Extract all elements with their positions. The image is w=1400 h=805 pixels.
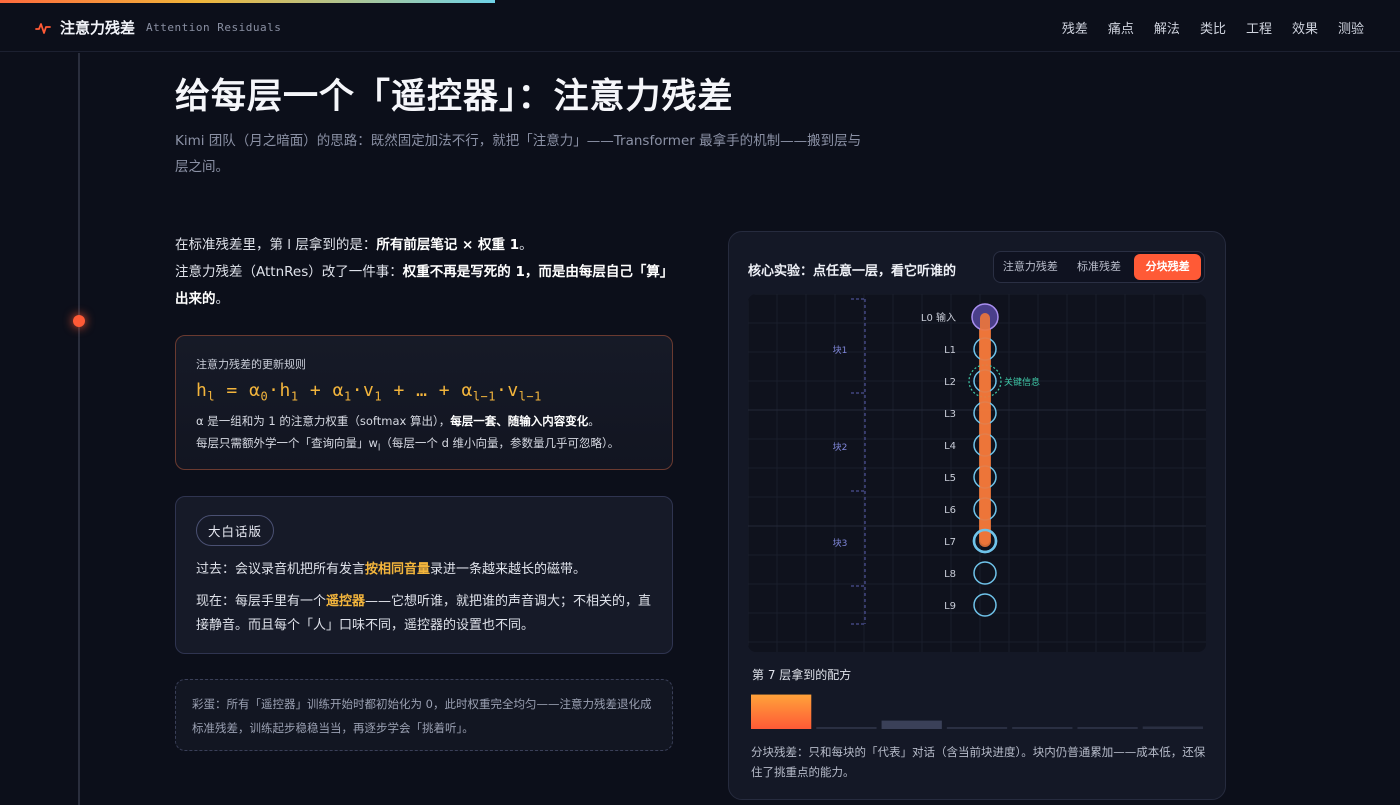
plain-language-chip: 大白话版 bbox=[196, 515, 275, 546]
note2: 每层只需额外学一个「查询向量」w bbox=[196, 435, 378, 450]
now-prefix: 现在：每层手里有一个 bbox=[196, 594, 327, 609]
mode-block[interactable]: 分块残差 bbox=[1134, 254, 1202, 280]
layer-label: L1 bbox=[944, 345, 956, 356]
easter-egg-text: 彩蛋：所有「遥控器」训练开始时都初始化为 0，此时权重完全均匀——注意力残差退化… bbox=[192, 697, 652, 735]
experiment-title: 核心实验：点任意一层，看它听谁的 bbox=[748, 264, 957, 279]
intro-line1-end: 。 bbox=[519, 237, 533, 253]
recipe-bar bbox=[881, 720, 942, 729]
mode-standard[interactable]: 标准残差 bbox=[1066, 254, 1133, 280]
nav-item-solution[interactable]: 解法 bbox=[1154, 18, 1180, 37]
nav-item-engineering[interactable]: 工程 bbox=[1246, 18, 1272, 37]
layer-label: L6 bbox=[944, 505, 956, 516]
intro-text: 在标准残差里，第 l 层拿到的是：所有前层笔记 × 权重 1。 注意力残差（At… bbox=[175, 232, 675, 313]
past-prefix: 过去：会议录音机把所有发言 bbox=[196, 562, 366, 577]
attention-path-overlay bbox=[980, 313, 990, 545]
update-rule-formula: hl = α0·h1 + α1·v1 + … + αl−1·vl−1 bbox=[196, 380, 542, 404]
block-label: 块3 bbox=[833, 537, 848, 549]
layer-label: L8 bbox=[944, 569, 956, 580]
brand-title: 注意力残差 bbox=[60, 19, 136, 37]
past-highlight: 按相同音量 bbox=[365, 562, 431, 577]
layer-label: L0 输入 bbox=[921, 311, 956, 324]
nav-item-pain-points[interactable]: 痛点 bbox=[1108, 18, 1134, 37]
plain-now: 现在：每层手里有一个遥控器——它想听谁，就把谁的声音调大；不相关的，直接静音。而… bbox=[196, 590, 652, 638]
layer-label: L4 bbox=[944, 441, 956, 452]
brand[interactable]: 注意力残差 Attention Residuals bbox=[35, 17, 281, 38]
recipe-bar bbox=[1077, 727, 1138, 729]
timeline-rail bbox=[78, 53, 80, 805]
layer-graph: 块1 块2 块3 L0 输入 L1 L2 关键信息 L3 L4 L5 L6 L7 L8 L9 bbox=[748, 294, 1206, 652]
layer-visualization: 块1 块2 块3 L0 输入 L1 L2 关键信息 L3 L4 L5 L6 L7 L8 L9 bbox=[748, 294, 1206, 652]
block-label: 块1 bbox=[833, 344, 848, 356]
mode-toggle: 注意力残差 标准残差 分块残差 bbox=[993, 251, 1205, 283]
recipe-title: 第 7 层拿到的配方 bbox=[752, 668, 852, 682]
recipe-bar bbox=[1012, 727, 1073, 729]
experiment-panel: 核心实验：点任意一层，看它听谁的 注意力残差 标准残差 分块残差 块1 块2 块3 L… bbox=[728, 231, 1226, 800]
recipe-bar bbox=[751, 694, 812, 729]
layer-label: L2 bbox=[944, 377, 956, 388]
nav-item-results[interactable]: 效果 bbox=[1292, 18, 1318, 37]
nav-item-quiz[interactable]: 测验 bbox=[1338, 18, 1364, 37]
layer-label: L7 bbox=[944, 537, 956, 548]
mode-attnres[interactable]: 注意力残差 bbox=[997, 254, 1064, 280]
plain-language-card: 大白话版 过去：会议录音机把所有发言按相同音量录进一条越来越长的磁带。 现在：每… bbox=[175, 496, 673, 654]
brand-subtitle: Attention Residuals bbox=[146, 21, 282, 34]
easter-egg-card: 彩蛋：所有「遥控器」训练开始时都初始化为 0，此时权重完全均匀——注意力残差退化… bbox=[175, 679, 673, 751]
note1-end: 。 bbox=[588, 413, 600, 428]
note1: α 是一组和为 1 的注意力权重（softmax 算出）， bbox=[196, 413, 451, 428]
section-nav: 残差 痛点 解法 类比 工程 效果 测验 bbox=[1062, 18, 1364, 37]
note1-bold: 每层一套、随输入内容变化 bbox=[450, 413, 589, 428]
recipe-bar bbox=[1142, 726, 1203, 729]
recipe-bars bbox=[751, 694, 1203, 729]
past-suffix: 录进一条越来越长的磁带。 bbox=[430, 562, 587, 577]
layer-label: L3 bbox=[944, 409, 956, 420]
page-title: 给每层一个「遥控器」：注意力残差 bbox=[175, 77, 734, 117]
intro-line2: 注意力残差（AttnRes）改了一件事： bbox=[175, 264, 403, 280]
now-highlight: 遥控器 bbox=[326, 594, 366, 609]
nav-item-analogy[interactable]: 类比 bbox=[1200, 18, 1226, 37]
intro-line1: 在标准残差里，第 l 层拿到的是： bbox=[175, 237, 377, 253]
intro-line1-bold: 所有前层笔记 × 权重 1 bbox=[376, 237, 520, 253]
top-bar: 注意力残差 Attention Residuals 残差 痛点 解法 类比 工程… bbox=[0, 3, 1400, 52]
recipe-note: 分块残差：只和每块的「代表」对话（含当前块进度）。块内仍普通累加——成本低，还保… bbox=[751, 745, 1206, 779]
update-rule-note: α 是一组和为 1 的注意力权重（softmax 算出），每层一套、随输入内容变… bbox=[196, 413, 620, 453]
layer-node bbox=[973, 561, 997, 585]
layer-label: L9 bbox=[944, 601, 956, 612]
pulse-icon bbox=[35, 22, 51, 34]
update-rule-card: 注意力残差的更新规则 hl = α0·h1 + α1·v1 + … + αl−1… bbox=[175, 335, 673, 470]
block-label: 块2 bbox=[833, 441, 848, 453]
nav-item-residual[interactable]: 残差 bbox=[1062, 18, 1088, 37]
timeline-current-dot[interactable] bbox=[73, 315, 85, 327]
layer-label: L5 bbox=[944, 473, 956, 484]
update-rule-label: 注意力残差的更新规则 bbox=[196, 358, 306, 371]
intro-line2-end: 。 bbox=[215, 291, 230, 307]
recipe-bar bbox=[816, 727, 877, 729]
page-subtitle: Kimi 团队（月之暗面）的思路：既然固定加法不行，就把「注意力」——Trans… bbox=[175, 133, 862, 175]
key-info-label: 关键信息 bbox=[1004, 376, 1040, 388]
plain-past: 过去：会议录音机把所有发言按相同音量录进一条越来越长的磁带。 bbox=[196, 558, 652, 582]
recipe-bar bbox=[946, 727, 1008, 729]
